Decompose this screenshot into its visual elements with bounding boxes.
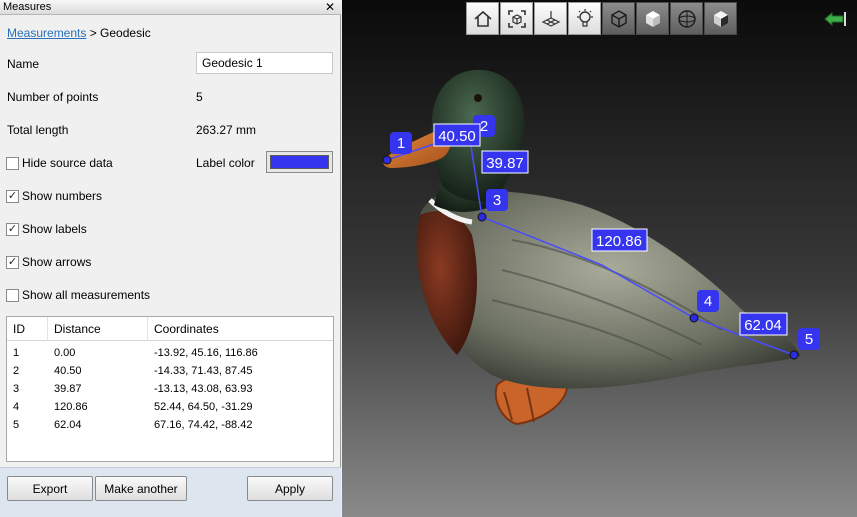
breadcrumb-measurements-link[interactable]: Measurements (7, 26, 86, 40)
checkbox-box: ✓ (6, 189, 19, 203)
segment-distance: 62.04 (744, 317, 782, 334)
textured-cube-icon[interactable] (704, 2, 737, 35)
solid-cube-icon[interactable] (636, 2, 669, 35)
checkbox-label: Hide source data (22, 156, 113, 170)
measure-point-1[interactable] (382, 155, 392, 165)
home-icon[interactable] (466, 2, 499, 35)
cell-distance: 62.04 (54, 419, 82, 431)
make-another-button[interactable]: Make another (95, 476, 187, 501)
grid-icon[interactable] (534, 2, 567, 35)
3d-viewport[interactable]: 1 2 3 4 5 40.50 39.87 120.86 62.04 (342, 0, 857, 517)
table-row[interactable]: 3 39.87 -13.13, 43.08, 63.93 (7, 381, 333, 399)
cell-coordinates: 67.16, 74.42, -88.42 (154, 419, 253, 431)
wireframe-cube-icon[interactable] (602, 2, 635, 35)
cell-id: 2 (13, 365, 20, 377)
name-input[interactable] (196, 52, 333, 74)
table-row[interactable]: 2 40.50 -14.33, 71.43, 87.45 (7, 363, 333, 381)
column-header-distance[interactable]: Distance (48, 317, 148, 341)
panel-title: Measures (3, 1, 52, 13)
checkbox-label: Show labels (22, 222, 87, 236)
segment-label-1-2: 40.50 (433, 123, 481, 147)
segment-label-2-3: 39.87 (481, 150, 529, 174)
label-color-label: Label color (196, 156, 255, 170)
points-table: ID Distance Coordinates 1 0.00 -13.92, 4… (6, 316, 334, 462)
cell-distance: 0.00 (54, 347, 76, 359)
hide-source-checkbox[interactable]: Hide source data (6, 156, 113, 170)
cell-id: 1 (13, 347, 20, 359)
point-number: 5 (805, 331, 813, 348)
segment-distance: 39.87 (486, 155, 524, 172)
point-number: 1 (397, 135, 405, 152)
breadcrumb: Measurements > Geodesic (7, 26, 151, 40)
close-icon[interactable]: ✕ (325, 0, 335, 14)
point-label-1: 1 (390, 132, 412, 154)
cell-distance: 120.86 (54, 401, 88, 413)
view-toolbar (466, 2, 738, 35)
cell-id: 3 (13, 383, 20, 395)
checkbox-label: Show numbers (22, 189, 103, 203)
cell-coordinates: -13.13, 43.08, 63.93 (154, 383, 253, 395)
cell-id: 5 (13, 419, 20, 431)
segment-label-3-4: 120.86 (591, 228, 648, 252)
cell-coordinates: 52.44, 64.50, -31.29 (154, 401, 253, 413)
show-arrows-checkbox[interactable]: ✓ Show arrows (6, 255, 91, 269)
segment-label-4-5: 62.04 (739, 312, 788, 336)
table-row[interactable]: 4 120.86 52.44, 64.50, -31.29 (7, 399, 333, 417)
points-label: Number of points (7, 90, 99, 104)
back-arrow-icon[interactable] (823, 10, 847, 28)
breadcrumb-current: > Geodesic (86, 26, 151, 40)
name-label: Name (7, 57, 40, 71)
light-bulb-icon[interactable] (568, 2, 601, 35)
table-row[interactable]: 1 0.00 -13.92, 45.16, 116.86 (7, 345, 333, 363)
export-button[interactable]: Export (7, 476, 93, 501)
show-all-measurements-checkbox[interactable]: Show all measurements (6, 288, 150, 302)
label-color-button[interactable] (266, 151, 333, 173)
table-row[interactable]: 5 62.04 67.16, 74.42, -88.42 (7, 417, 333, 435)
cell-id: 4 (13, 401, 20, 413)
apply-button[interactable]: Apply (247, 476, 333, 501)
panel-button-bar: Export Make another Apply (0, 467, 341, 517)
column-header-id[interactable]: ID (7, 317, 48, 341)
cell-distance: 39.87 (54, 383, 82, 395)
checkbox-box (6, 156, 19, 170)
point-label-5: 5 (798, 328, 820, 350)
checkbox-box: ✓ (6, 222, 19, 236)
show-numbers-checkbox[interactable]: ✓ Show numbers (6, 189, 102, 203)
measure-point-4[interactable] (689, 313, 699, 323)
column-header-coordinates[interactable]: Coordinates (148, 317, 333, 341)
cell-coordinates: -14.33, 71.43, 87.45 (154, 365, 253, 377)
table-header: ID Distance Coordinates (7, 317, 333, 341)
point-number: 4 (704, 293, 712, 310)
point-label-4: 4 (697, 290, 719, 312)
cell-coordinates: -13.92, 45.16, 116.86 (154, 347, 258, 359)
measures-panel: Measures ✕ Measurements > Geodesic Name … (0, 0, 341, 517)
cell-distance: 40.50 (54, 365, 82, 377)
checkbox-label: Show all measurements (22, 288, 151, 302)
measure-point-3[interactable] (477, 212, 487, 222)
segment-distance: 120.86 (596, 233, 642, 250)
point-label-3: 3 (486, 189, 508, 211)
panel-title-bar: Measures ✕ (0, 0, 341, 15)
length-value: 263.27 mm (196, 123, 257, 137)
duck-model-scene[interactable]: 1 2 3 4 5 40.50 39.87 120.86 62.04 (342, 0, 857, 517)
fit-view-icon[interactable] (500, 2, 533, 35)
color-swatch (270, 155, 329, 169)
checkbox-label: Show arrows (22, 255, 92, 269)
measure-point-5[interactable] (789, 350, 799, 360)
checkbox-box (6, 288, 19, 302)
sphere-icon[interactable] (670, 2, 703, 35)
checkbox-box: ✓ (6, 255, 19, 269)
point-number: 2 (480, 118, 488, 135)
point-number: 3 (493, 192, 501, 209)
segment-distance: 40.50 (438, 128, 476, 145)
show-labels-checkbox[interactable]: ✓ Show labels (6, 222, 87, 236)
length-label: Total length (7, 123, 69, 137)
points-value: 5 (196, 90, 203, 104)
